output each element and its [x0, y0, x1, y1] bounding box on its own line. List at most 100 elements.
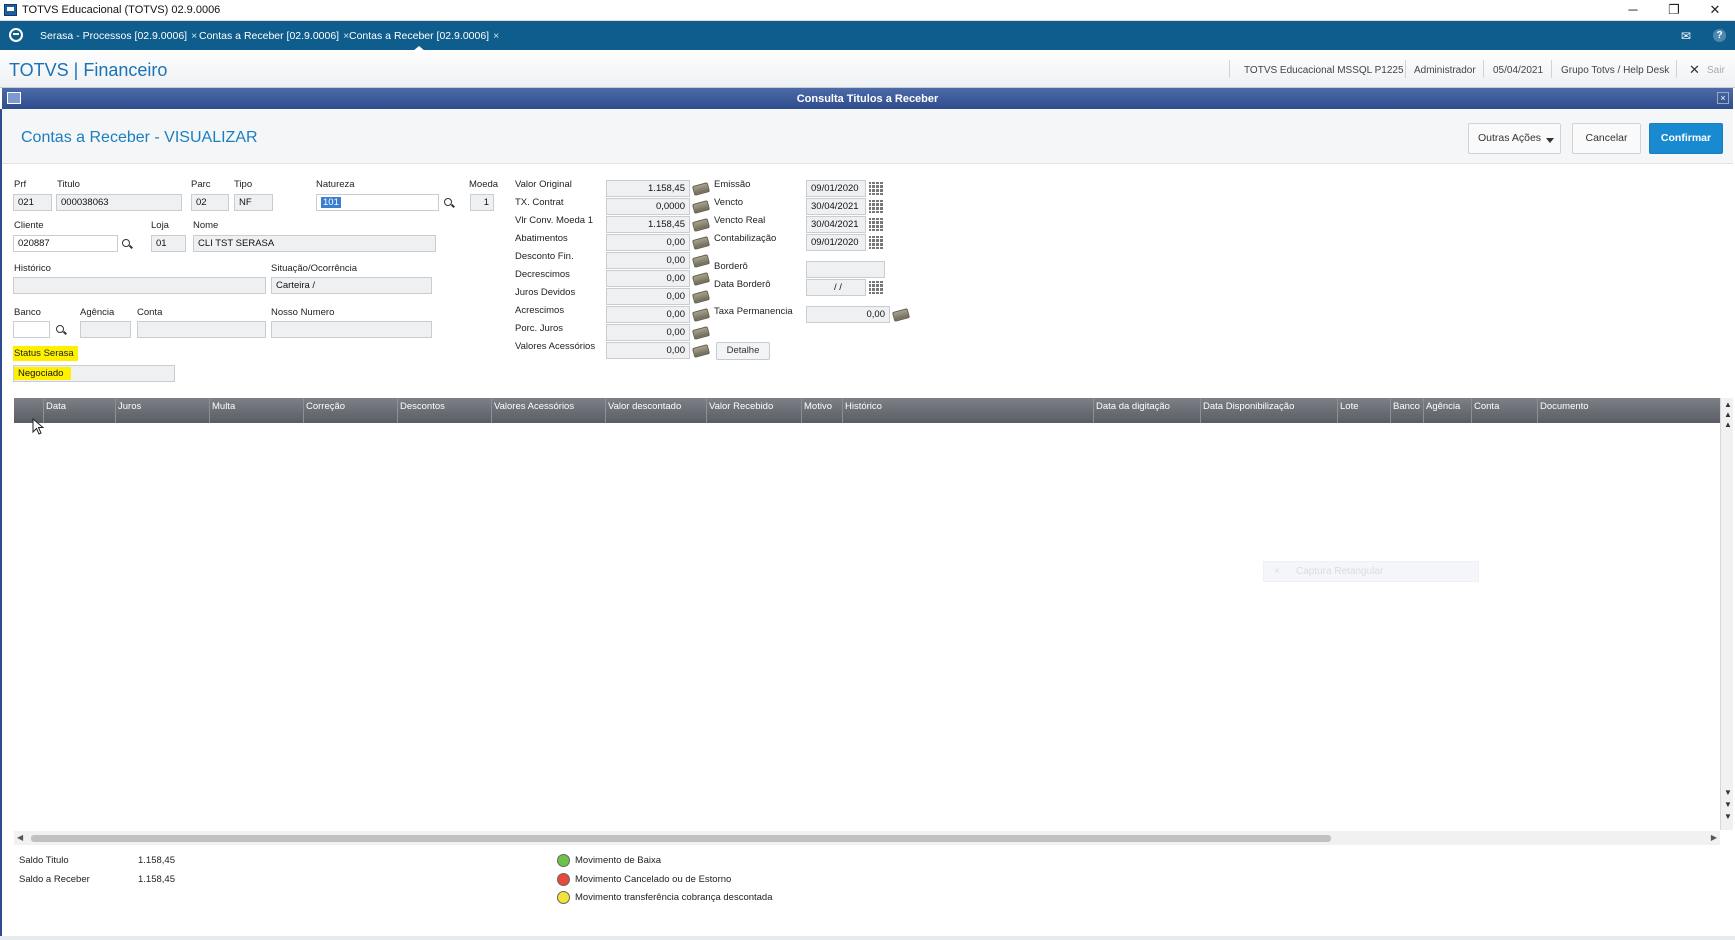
restore-button[interactable]: ❐: [1659, 1, 1689, 19]
vencto-calendar-icon[interactable]: [869, 200, 883, 213]
tab-close-icon[interactable]: ×: [493, 30, 499, 42]
value-field[interactable]: 0,00: [606, 234, 690, 251]
value-field[interactable]: 0,00: [606, 270, 690, 287]
value-field[interactable]: 0,00: [606, 342, 690, 359]
calculator-icon[interactable]: [691, 344, 711, 358]
confirm-button[interactable]: Confirmar: [1649, 123, 1723, 154]
grid-column-header[interactable]: Banco: [1393, 401, 1420, 412]
historico-field[interactable]: [13, 277, 266, 294]
grid-column-header[interactable]: Documento: [1540, 401, 1589, 412]
nosso-numero-field[interactable]: [271, 321, 432, 338]
titulo-field[interactable]: 000038063: [56, 194, 182, 211]
scroll-down-icon[interactable]: ▼: [1724, 788, 1732, 797]
loja-field[interactable]: 01: [151, 235, 186, 252]
cancel-button[interactable]: Cancelar: [1572, 123, 1641, 154]
calculator-icon[interactable]: [691, 182, 711, 196]
value-field[interactable]: 0,00: [606, 252, 690, 269]
value-field[interactable]: 1.158,45: [606, 180, 690, 197]
grid-column-header[interactable]: Agência: [1426, 401, 1460, 412]
scroll-up-icon[interactable]: ▲: [1724, 420, 1732, 429]
scroll-thumb[interactable]: [31, 835, 1331, 842]
totvs-logo-icon[interactable]: [9, 28, 23, 42]
emissao-field[interactable]: 09/01/2020: [806, 180, 866, 197]
nome-field[interactable]: CLI TST SERASA: [193, 235, 436, 252]
contabilizacao-field[interactable]: 09/01/2020: [806, 234, 866, 251]
tab-close-icon[interactable]: ×: [191, 30, 197, 42]
vencto-real-field[interactable]: 30/04/2021: [806, 216, 866, 233]
grid-column-header[interactable]: Correção: [306, 401, 345, 412]
tab-contas-receber-2[interactable]: Contas a Receber [02.9.0006] ×: [349, 30, 499, 42]
natureza-search-icon[interactable]: [443, 197, 455, 209]
close-window-button[interactable]: ✕: [1700, 1, 1730, 19]
status-serasa-field[interactable]: Negociado: [13, 365, 175, 382]
calculator-icon[interactable]: [691, 200, 711, 214]
dialog-close-icon[interactable]: ×: [1717, 92, 1729, 104]
emissao-calendar-icon[interactable]: [869, 182, 883, 195]
cliente-field[interactable]: 020887: [13, 235, 118, 252]
grid-column-header[interactable]: Juros: [118, 401, 141, 412]
vencto-field[interactable]: 30/04/2021: [806, 198, 866, 215]
natureza-field[interactable]: 101: [316, 194, 439, 211]
grid-column-header[interactable]: Conta: [1474, 401, 1499, 412]
agencia-field[interactable]: [80, 321, 131, 338]
grid-column-header[interactable]: Data: [46, 401, 66, 412]
grid-column-header[interactable]: Histórico: [845, 401, 882, 412]
taxa-permanencia-calc-icon[interactable]: [891, 308, 911, 322]
grid-column-header[interactable]: Lote: [1340, 401, 1359, 412]
tipo-field[interactable]: NF: [234, 194, 273, 211]
exit-link[interactable]: Sair: [1707, 65, 1725, 76]
taxa-permanencia-field[interactable]: 0,00: [806, 306, 890, 323]
moeda-field[interactable]: 1: [470, 194, 494, 211]
grid-column-header[interactable]: Motivo: [804, 401, 832, 412]
capture-close-icon[interactable]: ×: [1274, 562, 1280, 581]
mail-icon[interactable]: ✉: [1681, 29, 1691, 43]
tab-serasa-processos[interactable]: Serasa - Processos [02.9.0006] ×: [40, 30, 197, 42]
calculator-icon[interactable]: [691, 326, 711, 340]
scroll-down-icon[interactable]: ▼: [1724, 812, 1732, 821]
scroll-up-icon[interactable]: ▲: [1724, 410, 1732, 419]
value-field[interactable]: 1.158,45: [606, 216, 690, 233]
calculator-icon[interactable]: [691, 272, 711, 286]
vencto-real-calendar-icon[interactable]: [869, 218, 883, 231]
grid-column-header[interactable]: Data Disponibilização: [1203, 401, 1294, 412]
help-icon[interactable]: ?: [1713, 29, 1726, 42]
detail-button[interactable]: Detalhe: [716, 342, 770, 360]
vertical-scrollbar[interactable]: ▲ ▲ ▲ ▼ ▼ ▼: [1720, 398, 1733, 830]
calculator-icon[interactable]: [691, 236, 711, 250]
situacao-field[interactable]: Carteira /: [271, 277, 432, 294]
grid-column-header[interactable]: Valor descontado: [608, 401, 681, 412]
scroll-up-icon[interactable]: ▲: [1724, 400, 1732, 409]
data-bordero-calendar-icon[interactable]: [869, 281, 883, 294]
tab-contas-receber-1[interactable]: Contas a Receber [02.9.0006] ×: [199, 30, 349, 42]
calculator-icon[interactable]: [691, 218, 711, 232]
grid-column-header[interactable]: Valores Acessórios: [494, 401, 574, 412]
cliente-search-icon[interactable]: [121, 238, 133, 250]
value-field[interactable]: 0,0000: [606, 198, 690, 215]
data-bordero-field[interactable]: / /: [806, 279, 866, 296]
grid-column-header[interactable]: Descontos: [400, 401, 445, 412]
grid-column-header[interactable]: Valor Recebido: [709, 401, 773, 412]
scroll-right-icon[interactable]: ▶: [1711, 833, 1717, 842]
calculator-icon[interactable]: [691, 290, 711, 304]
other-actions-button[interactable]: Outras Ações: [1468, 123, 1561, 154]
value-field[interactable]: 0,00: [606, 324, 690, 341]
value-field[interactable]: 0,00: [606, 288, 690, 305]
minimize-button[interactable]: ─: [1618, 1, 1648, 19]
parc-field[interactable]: 02: [191, 194, 229, 211]
conta-field[interactable]: [137, 321, 266, 338]
grid-body[interactable]: [14, 423, 1720, 830]
prf-field[interactable]: 021: [13, 194, 52, 211]
grid-column-header[interactable]: Data da digitação: [1096, 401, 1170, 412]
scroll-left-icon[interactable]: ◀: [17, 833, 23, 842]
value-field[interactable]: 0,00: [606, 306, 690, 323]
grid-column-header[interactable]: Multa: [212, 401, 235, 412]
scroll-down-icon[interactable]: ▼: [1724, 800, 1732, 809]
contabilizacao-calendar-icon[interactable]: [869, 236, 883, 249]
calculator-icon[interactable]: [691, 254, 711, 268]
banco-search-icon[interactable]: [55, 324, 67, 336]
calculator-icon[interactable]: [691, 308, 711, 322]
bordero-field[interactable]: [806, 261, 885, 278]
horizontal-scrollbar[interactable]: ◀ ▶: [14, 831, 1720, 845]
banco-field[interactable]: [13, 321, 50, 338]
exit-icon[interactable]: ✕: [1689, 62, 1700, 78]
